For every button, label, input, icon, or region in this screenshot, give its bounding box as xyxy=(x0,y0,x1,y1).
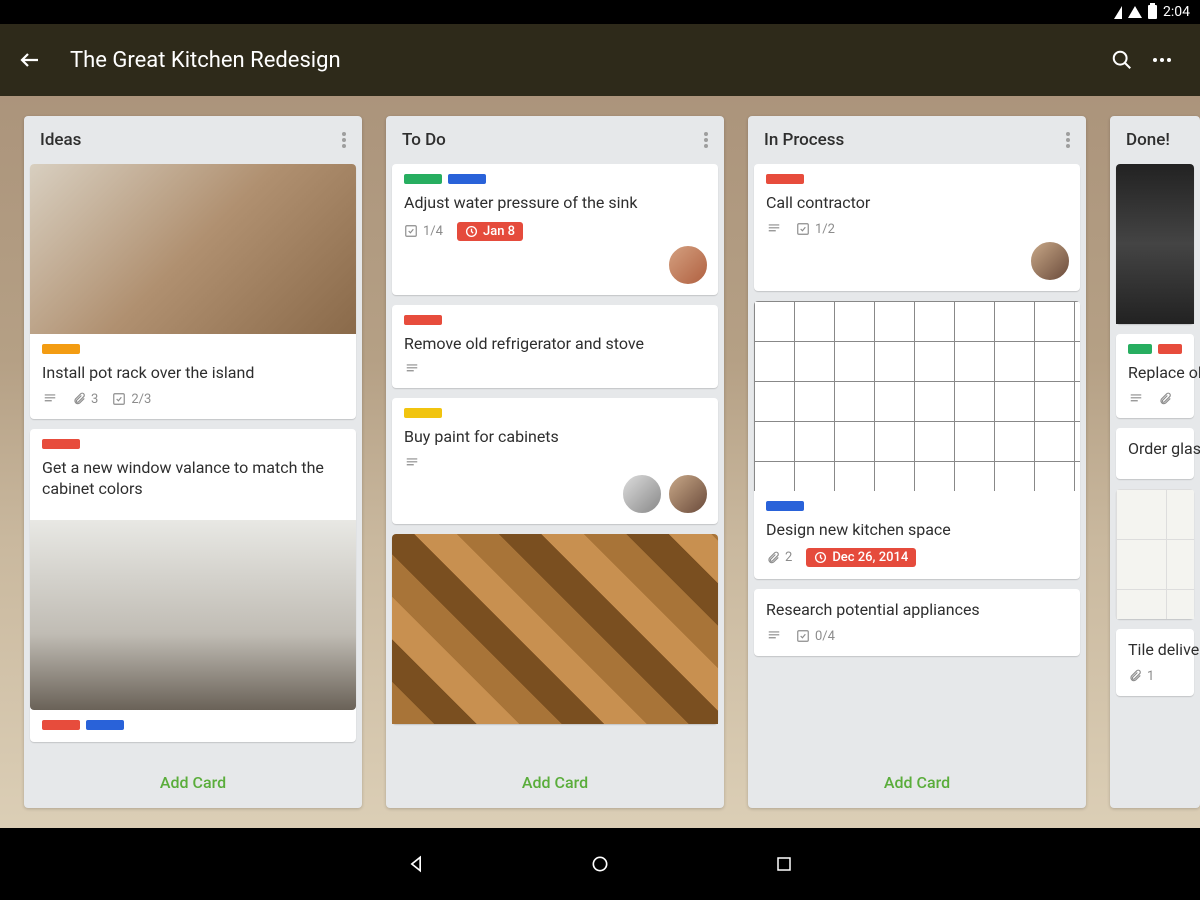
description-icon xyxy=(404,456,420,470)
card[interactable]: Order glass xyxy=(1116,428,1194,480)
list-ideas: Ideas Install pot rack over the island 3… xyxy=(24,116,362,808)
add-card-button[interactable]: Add Card xyxy=(748,757,1086,808)
attachments-badge: 2 xyxy=(766,550,792,565)
attachments-badge: 3 xyxy=(72,392,98,407)
card-cover-image xyxy=(30,520,356,710)
description-icon xyxy=(1128,392,1144,406)
card-title: Call contractor xyxy=(766,192,1068,214)
battery-icon xyxy=(1148,5,1157,19)
card[interactable]: Install pot rack over the island 3 2/3 xyxy=(30,164,356,419)
member-avatar xyxy=(668,245,708,285)
list-todo: To Do Adjust water pressure of the sink … xyxy=(386,116,724,808)
card-title: Buy paint for cabinets xyxy=(404,426,706,448)
card-cover-image xyxy=(30,164,356,334)
label-blue xyxy=(86,720,124,730)
card-cover-image xyxy=(1116,489,1194,619)
card-title: Design new kitchen space xyxy=(766,519,1068,541)
list-title: To Do xyxy=(402,130,446,150)
card[interactable]: Replace old ones xyxy=(1116,334,1194,418)
label-red xyxy=(42,720,80,730)
member-avatar xyxy=(668,474,708,514)
card[interactable]: Design new kitchen space 2 Dec 26, 2014 xyxy=(754,301,1080,580)
nav-recents-button[interactable] xyxy=(772,852,796,876)
attachments-badge: 1 xyxy=(1128,669,1154,684)
label-red xyxy=(404,315,442,325)
nav-back-button[interactable] xyxy=(404,852,428,876)
card[interactable]: Tile delivered 1 xyxy=(1116,629,1194,696)
board-title: The Great Kitchen Redesign xyxy=(70,48,1102,73)
label-orange xyxy=(42,344,80,354)
card[interactable] xyxy=(392,534,718,724)
label-green xyxy=(1128,344,1152,354)
status-bar: 2:04 xyxy=(0,0,1200,24)
checklist-badge: 1/2 xyxy=(796,222,835,237)
list-menu-button[interactable] xyxy=(704,132,708,148)
card-title: Remove old refrigerator and stove xyxy=(404,333,706,355)
label-red xyxy=(1158,344,1182,354)
list-title: In Process xyxy=(764,130,844,150)
card-cover-image xyxy=(392,534,718,724)
android-nav-bar xyxy=(0,828,1200,900)
card[interactable] xyxy=(1116,489,1194,619)
due-date-badge: Jan 8 xyxy=(457,222,523,241)
list-title: Ideas xyxy=(40,130,81,150)
description-icon xyxy=(766,222,782,236)
cell-signal-icon xyxy=(1128,6,1142,18)
status-time: 2:04 xyxy=(1163,4,1190,20)
card[interactable]: Remove old refrigerator and stove xyxy=(392,305,718,389)
label-green xyxy=(404,174,442,184)
card[interactable]: Buy paint for cabinets xyxy=(392,398,718,524)
card[interactable]: Call contractor 1/2 xyxy=(754,164,1080,291)
search-button[interactable] xyxy=(1102,40,1142,80)
member-avatar xyxy=(1030,241,1070,281)
description-icon xyxy=(766,629,782,643)
nav-home-button[interactable] xyxy=(588,852,612,876)
card-title: Tile delivered xyxy=(1128,639,1182,661)
wifi-icon xyxy=(1114,6,1122,19)
description-icon xyxy=(404,362,420,376)
label-red xyxy=(42,439,80,449)
card-title: Order glass xyxy=(1128,438,1182,460)
member-avatar xyxy=(622,474,662,514)
list-menu-button[interactable] xyxy=(342,132,346,148)
card[interactable]: Adjust water pressure of the sink 1/4 Ja… xyxy=(392,164,718,295)
overflow-menu-button[interactable] xyxy=(1142,40,1182,80)
card[interactable]: Get a new window valance to match the ca… xyxy=(30,429,356,742)
due-date-badge: Dec 26, 2014 xyxy=(806,548,916,567)
add-card-button[interactable]: Add Card xyxy=(386,757,724,808)
description-icon xyxy=(42,392,58,406)
card[interactable] xyxy=(1116,164,1194,324)
checklist-badge: 2/3 xyxy=(112,392,151,407)
card-title: Replace old ones xyxy=(1128,362,1182,384)
label-blue xyxy=(766,501,804,511)
list-title: Done! xyxy=(1126,130,1170,150)
card-title: Install pot rack over the island xyxy=(42,362,344,384)
card-cover-image xyxy=(754,301,1080,491)
label-blue xyxy=(448,174,486,184)
list-done: Done! Replace old ones Order glass Tile … xyxy=(1110,116,1200,808)
board-area[interactable]: Ideas Install pot rack over the island 3… xyxy=(0,96,1200,828)
card-cover-image xyxy=(1116,164,1194,324)
checklist-badge: 0/4 xyxy=(796,629,835,644)
list-menu-button[interactable] xyxy=(1066,132,1070,148)
card-title: Research potential appliances xyxy=(766,599,1068,621)
attachments-badge xyxy=(1158,392,1172,406)
add-card-button[interactable]: Add Card xyxy=(24,757,362,808)
list-in-process: In Process Call contractor 1/2 xyxy=(748,116,1086,808)
label-red xyxy=(766,174,804,184)
card-title: Get a new window valance to match the ca… xyxy=(42,457,344,500)
card[interactable]: Research potential appliances 0/4 xyxy=(754,589,1080,656)
label-yellow xyxy=(404,408,442,418)
card-title: Adjust water pressure of the sink xyxy=(404,192,706,214)
checklist-badge: 1/4 xyxy=(404,224,443,239)
back-button[interactable] xyxy=(18,48,42,72)
app-bar: The Great Kitchen Redesign xyxy=(0,24,1200,96)
